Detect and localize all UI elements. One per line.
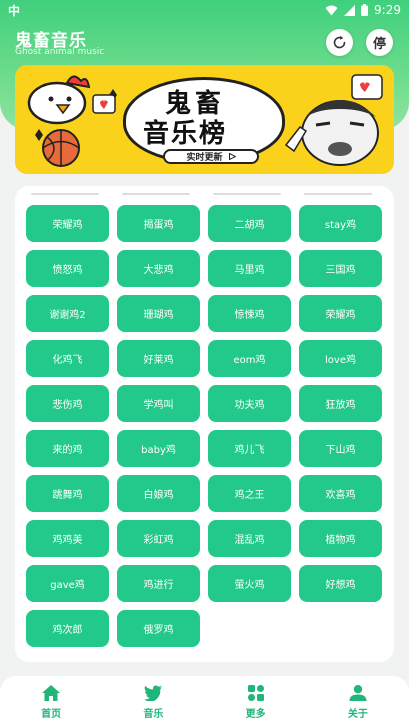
song-button[interactable]: stay鸡 (299, 205, 382, 242)
song-grid: 荣耀鸡 揭蛋鸡 二胡鸡 stay鸡 愤怒鸡 大悲鸡 马里鸡 三国鸡 谢谢鸡2 珊瑚鸡 惊悚鸡 荣耀鸡化… (26, 205, 384, 647)
refresh-button[interactable] (326, 29, 353, 56)
song-button[interactable]: 来的鸡 (26, 430, 109, 467)
nav-more[interactable]: 更多 (205, 684, 307, 720)
nav-more-label: 更多 (245, 708, 266, 720)
meme-face-illustration (284, 74, 383, 166)
song-button[interactable]: 三国鸡 (299, 250, 382, 287)
battery-icon (361, 4, 369, 16)
scroll-edge-dividers (15, 186, 394, 200)
song-button[interactable]: 萤火鸡 (208, 565, 291, 602)
song-button[interactable]: 功夫鸡 (208, 385, 291, 422)
song-button[interactable]: 化鸡飞 (26, 340, 109, 377)
refresh-icon (333, 35, 346, 49)
song-button[interactable]: 混乱鸡 (208, 520, 291, 557)
song-list-card: 荣耀鸡 揭蛋鸡 二胡鸡 stay鸡 愤怒鸡 大悲鸡 马里鸡 三国鸡 谢谢鸡2 珊瑚鸡 惊悚鸡 荣耀鸡化… (15, 186, 394, 662)
song-button[interactable]: 大悲鸡 (117, 250, 200, 287)
banner-pill-text: 实时更新 (186, 153, 223, 163)
song-button[interactable]: 白娘鸡 (117, 475, 200, 512)
song-button[interactable]: eom鸡 (208, 340, 291, 377)
song-button[interactable]: 鸡鸡美 (26, 520, 109, 557)
status-right: 9:29 (325, 3, 401, 17)
song-button[interactable]: 马里鸡 (208, 250, 291, 287)
song-button[interactable]: 惊悚鸡 (208, 295, 291, 332)
song-button[interactable]: 跳舞鸡 (26, 475, 109, 512)
divider (304, 193, 372, 195)
banner-update-pill: 实时更新 (163, 149, 259, 164)
song-button[interactable]: 荣耀鸡 (26, 205, 109, 242)
nav-home-label: 首页 (41, 708, 62, 720)
divider (213, 193, 281, 195)
song-button[interactable]: 鸡之王 (208, 475, 291, 512)
status-left: 中 (8, 2, 20, 19)
nav-music-label: 音乐 (143, 708, 164, 720)
play-triangle-icon (228, 153, 236, 160)
song-button[interactable]: 彩虹鸡 (117, 520, 200, 557)
song-button[interactable]: 狂放鸡 (299, 385, 382, 422)
song-button[interactable]: 植物鸡 (299, 520, 382, 557)
banner[interactable]: 鬼畜 音乐榜 实时更新 (15, 65, 394, 174)
song-button[interactable]: 二胡鸡 (208, 205, 291, 242)
app-subtitle: Ghost animal music (15, 47, 105, 57)
song-button[interactable]: 鸡次郎 (26, 610, 109, 647)
song-button[interactable]: baby鸡 (117, 430, 200, 467)
chicken-illustration (27, 75, 117, 167)
song-button[interactable]: 鸡儿飞 (208, 430, 291, 467)
song-button[interactable]: 愤怒鸡 (26, 250, 109, 287)
song-button[interactable]: 鸡进行 (117, 565, 200, 602)
song-button[interactable]: 俄罗鸡 (117, 610, 200, 647)
status-bar: 中 9:29 (0, 0, 409, 20)
song-button[interactable]: 荣耀鸡 (299, 295, 382, 332)
more-grid-icon (247, 684, 264, 701)
stop-button[interactable]: 停 (366, 29, 393, 56)
nav-home[interactable]: 首页 (0, 684, 102, 720)
song-button[interactable]: 谢谢鸡2 (26, 295, 109, 332)
bird-icon (144, 685, 163, 701)
song-button[interactable]: 好想鸡 (299, 565, 382, 602)
home-icon (42, 684, 61, 701)
app-notification-icon: 中 (8, 3, 21, 18)
song-button[interactable]: gave鸡 (26, 565, 109, 602)
song-button[interactable]: 揭蛋鸡 (117, 205, 200, 242)
nav-music[interactable]: 音乐 (102, 685, 204, 720)
signal-icon (344, 4, 356, 16)
song-button[interactable]: 珊瑚鸡 (117, 295, 200, 332)
nav-about[interactable]: 关于 (307, 684, 409, 720)
divider (31, 193, 99, 195)
wifi-icon (325, 5, 338, 15)
song-button[interactable]: love鸡 (299, 340, 382, 377)
bottom-nav: 首页 音乐 更多 关于 (0, 676, 409, 728)
song-button[interactable]: 悲伤鸡 (26, 385, 109, 422)
song-button[interactable]: 好莱鸡 (117, 340, 200, 377)
user-icon (349, 684, 367, 701)
song-button[interactable]: 下山鸡 (299, 430, 382, 467)
banner-title-line2: 音乐榜 (143, 119, 228, 149)
divider (122, 193, 190, 195)
song-button[interactable]: 学鸡叫 (117, 385, 200, 422)
nav-about-label: 关于 (347, 708, 368, 720)
status-time: 9:29 (374, 3, 401, 17)
song-button[interactable]: 欢喜鸡 (299, 475, 382, 512)
